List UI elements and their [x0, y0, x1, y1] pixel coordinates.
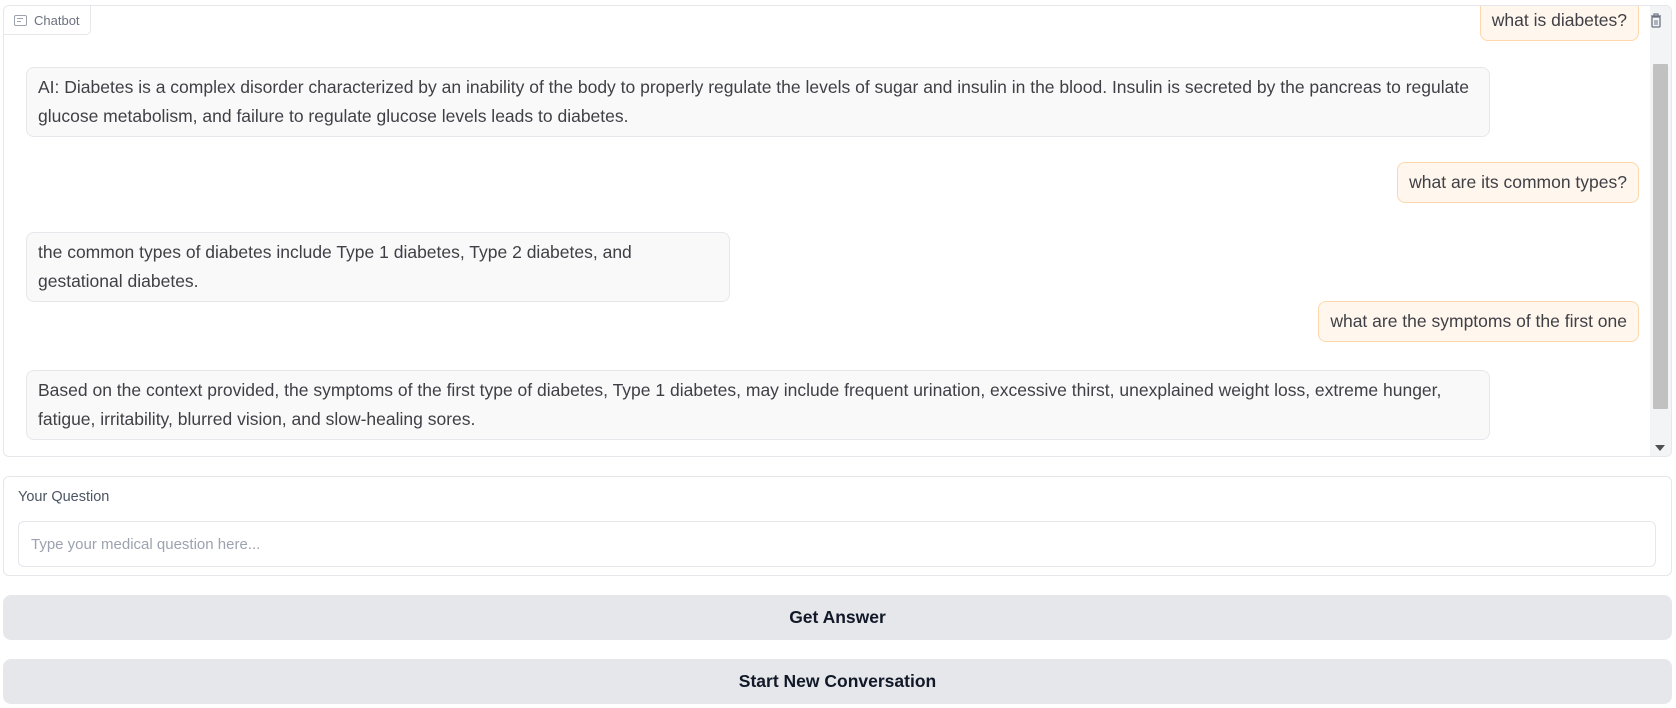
chatbot-label-text: Chatbot [34, 12, 80, 28]
chat-messages[interactable]: what is diabetes? AI: Diabetes is a comp… [4, 6, 1651, 456]
bot-message: Based on the context provided, the sympt… [26, 370, 1490, 440]
scrollbar-thumb[interactable] [1653, 64, 1668, 409]
chatbot-panel: Chatbot what is diabetes? AI: Diabetes i… [3, 5, 1672, 457]
question-panel: Your Question [3, 476, 1672, 576]
chat-bubble-icon [14, 14, 27, 26]
user-message: what are its common types? [1397, 162, 1639, 203]
user-message: what are the symptoms of the first one [1318, 301, 1639, 342]
bot-message: the common types of diabetes include Typ… [26, 232, 730, 302]
trash-icon[interactable] [1647, 12, 1665, 30]
chatbot-label: Chatbot [4, 6, 91, 35]
user-message: what is diabetes? [1479, 6, 1639, 41]
question-label: Your Question [18, 489, 110, 505]
bot-message: AI: Diabetes is a complex disorder chara… [26, 67, 1490, 137]
chat-scrollbar[interactable] [1650, 6, 1671, 456]
question-input[interactable] [18, 521, 1656, 567]
get-answer-button[interactable]: Get Answer [3, 595, 1672, 640]
start-new-conversation-button[interactable]: Start New Conversation [3, 659, 1672, 704]
scroll-down-arrow-icon[interactable] [1655, 445, 1665, 451]
